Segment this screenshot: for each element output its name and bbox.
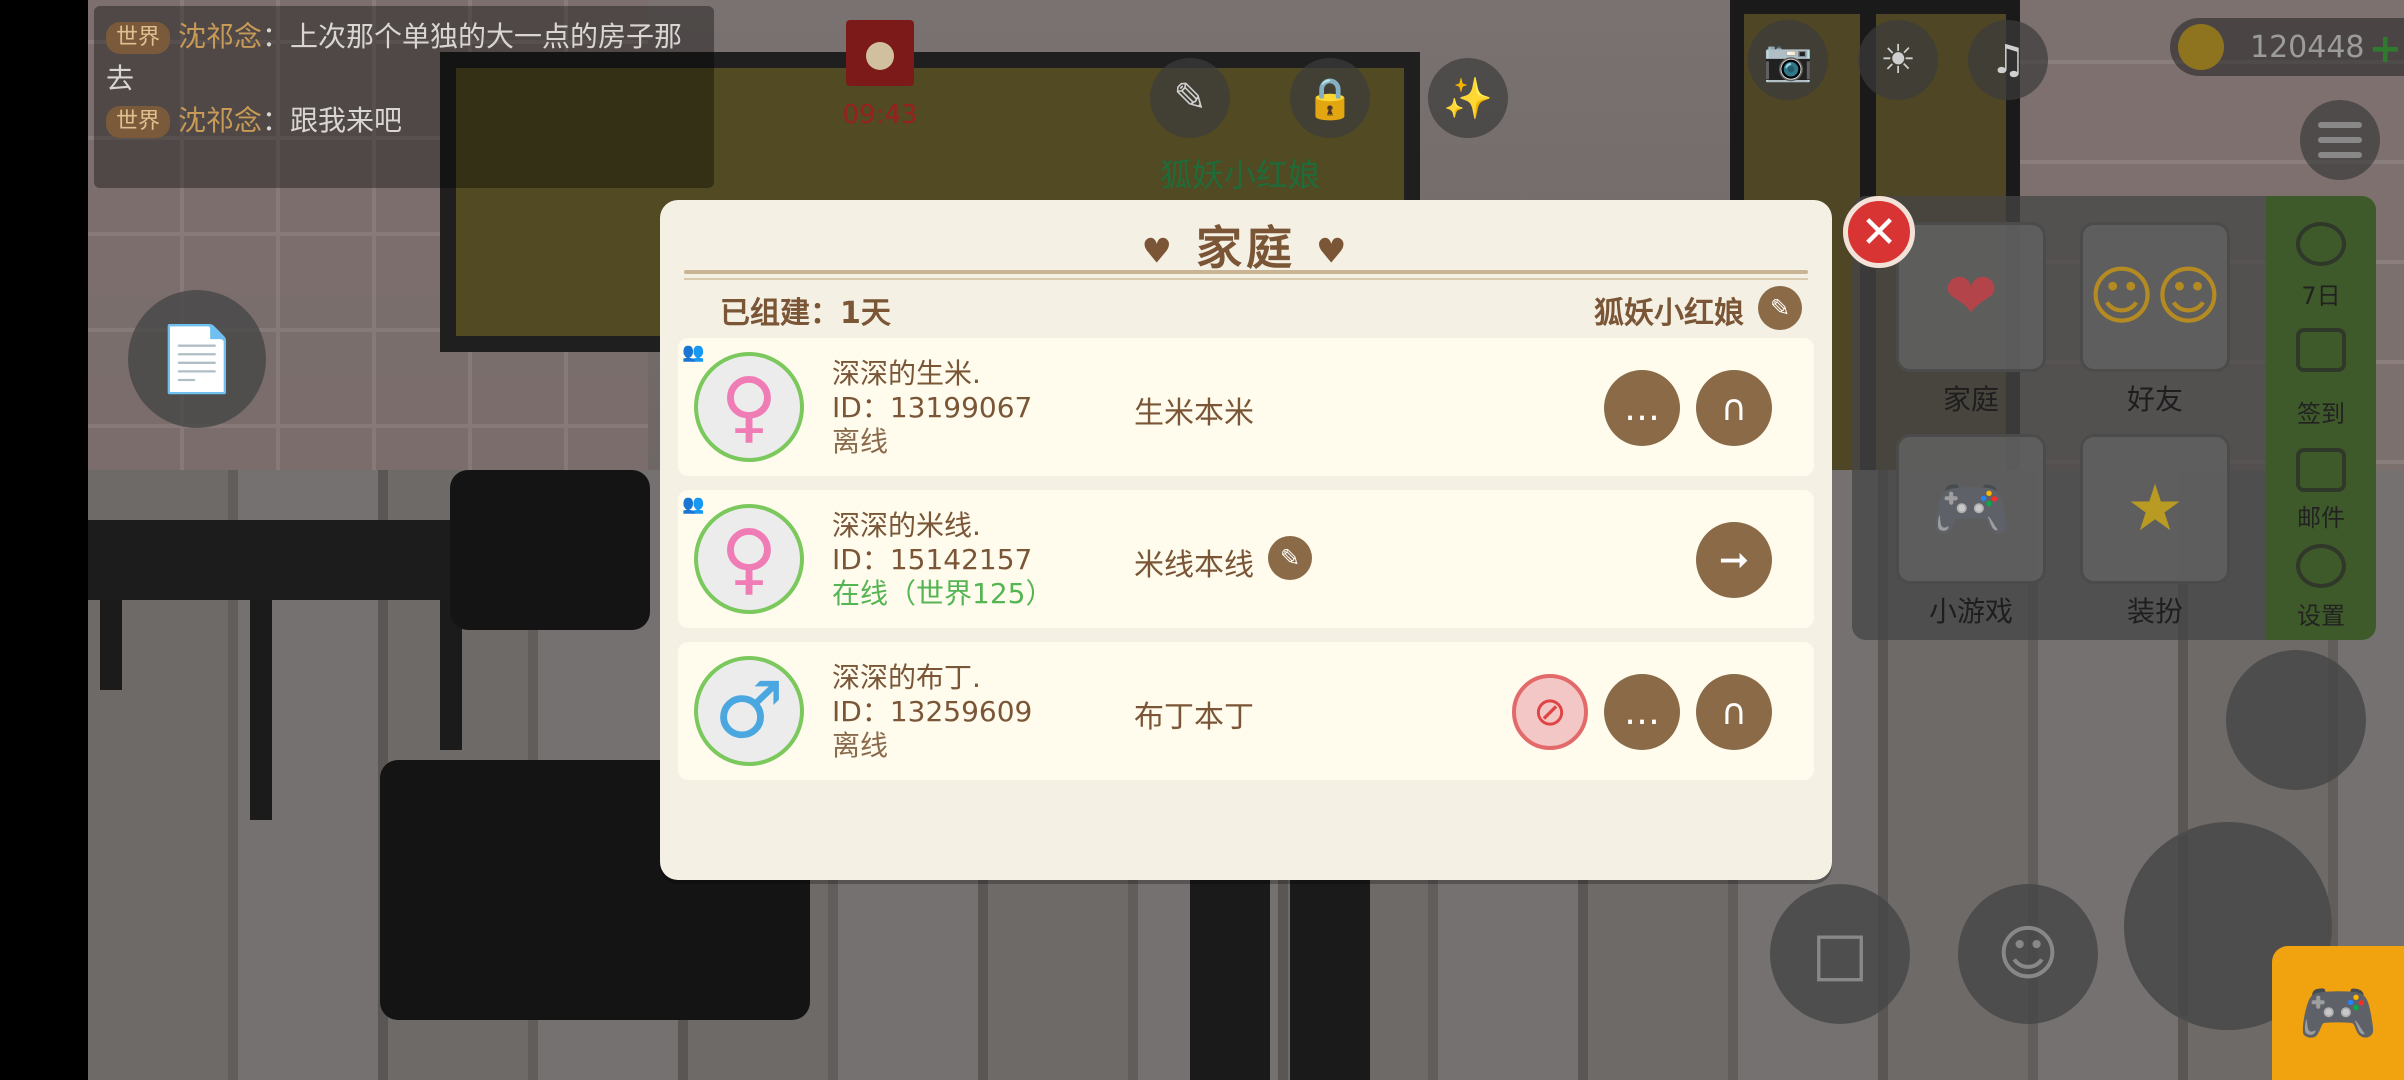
music-icon[interactable]: ♫ [1968,20,2048,100]
member-status: 在线（世界125） [832,577,1054,610]
table-leg [250,600,272,820]
side-strip: 7日 签到 邮件 设置 [2266,196,2376,640]
map-icon[interactable]: □ [1770,884,1910,1024]
chat-panel[interactable]: 世界 沈祁念：上次那个单独的大一点的房子那去 世界 沈祁念：跟我来吧 [94,6,714,188]
female-icon[interactable]: ♀ [694,352,804,462]
divider [684,278,1808,280]
minigame-tile[interactable]: 🎮 [1896,434,2046,584]
chat-sender[interactable]: 沈祁念 [178,20,262,53]
female-icon[interactable]: ♀ [694,504,804,614]
chat-bubble-icon[interactable]: … [1604,674,1680,750]
paw-seal-icon [866,42,894,70]
family-tile-label: 家庭 [1942,383,1999,416]
envelope-timer: 09:43 [842,100,918,130]
magic-icon[interactable]: ✨ [1428,58,1508,138]
friends-tile[interactable]: ☺☺ [2080,222,2230,372]
table-leg [100,600,122,690]
chat-sender[interactable]: 沈祁念 [178,104,262,137]
edit-family-name-icon[interactable]: ✎ [1758,286,1802,330]
member-row: ♂ 深深的布丁. ID：13259609 离线 布丁本丁 ⊘ … ∩ [678,642,1814,780]
lock-icon[interactable]: 🔒 [1290,58,1370,138]
member-alias: 米线本线 [1134,548,1254,583]
paw-icon: ♥ [1316,231,1351,272]
no-paw-icon[interactable]: ⊘ [1512,674,1588,750]
member-alias: 生米本米 [1134,396,1254,431]
character-leg [1190,870,1270,1080]
house-owner-name: 狐妖小红娘 [1160,156,1321,194]
sofa [450,470,650,630]
chat-bubble-icon[interactable]: … [1604,370,1680,446]
character-leg [1290,870,1370,1080]
gamepad-icon[interactable]: 🎮 [2272,946,2404,1080]
channel-badge: 世界 [106,106,171,138]
brightness-icon[interactable]: ☀ [1858,20,1938,100]
pair-icon: 👥 [682,342,705,363]
member-row: 👥 ♀ 深深的生米. ID：13199067 离线 生米本米 … ∩ [678,338,1814,476]
function-menu: ❤ 家庭 ☺☺ 好友 🎮 小游戏 ★ 装扮 [1852,196,2268,640]
minigame-tile-label: 小游戏 [1928,595,2013,628]
table [88,520,488,600]
dressup-tile-label: 装扮 [2126,595,2183,628]
brush-icon[interactable]: ✎ [1150,58,1230,138]
edit-alias-icon[interactable]: ✎ [1268,536,1312,580]
checkin-label[interactable]: 签到 [2266,394,2376,429]
go-to-arrow-icon[interactable]: ➞ [1696,522,1772,598]
tombstone-icon[interactable]: ∩ [1696,370,1772,446]
coin-icon [2178,24,2224,70]
built-days: 已组建：1天 [720,296,891,331]
coin-count: 120448 [2250,29,2365,65]
channel-badge: 世界 [106,22,171,54]
add-coins-icon[interactable]: + [2368,26,2402,72]
dialog-title-text: 家庭 [1196,221,1296,275]
backpack-icon[interactable] [2226,650,2366,790]
member-row: 👥 ♀ 深深的米线. ID：15142157 在线（世界125） 米线本线 ✎ … [678,490,1814,628]
family-tile[interactable]: ❤ [1896,222,2046,372]
menu-icon[interactable] [2300,100,2380,180]
male-icon[interactable]: ♂ [694,656,804,766]
mail-icon[interactable] [2296,448,2346,492]
paw-icon: ♥ [1141,231,1176,272]
coin-balance[interactable]: 120448 + [2170,18,2404,76]
red-envelope-icon[interactable] [846,20,914,86]
dressup-tile[interactable]: ★ [2080,434,2230,584]
tombstone-icon[interactable]: ∩ [1696,674,1772,750]
settings-label[interactable]: 设置 [2266,596,2376,631]
camera-icon[interactable]: 📷 [1748,20,1828,100]
screen-edge [0,0,88,1080]
pet-icon[interactable]: ☺ [1958,884,2098,1024]
chat-message: 世界 沈祁念：跟我来吧 [106,100,702,142]
member-status: 离线 [832,425,889,458]
task-log-icon[interactable]: 📄 [128,290,266,428]
chat-message: 世界 沈祁念：上次那个单独的大一点的房子那去 [106,16,702,100]
pair-icon: 👥 [682,494,705,515]
mail-label[interactable]: 邮件 [2266,498,2376,533]
member-status: 离线 [832,729,889,762]
seven-day-icon[interactable] [2296,222,2346,266]
dialog-title: ♥ 家庭 ♥ [660,212,1832,278]
family-dialog: ♥ 家庭 ♥ 已组建：1天 狐妖小红娘 ✎ 👥 ♀ 深深的生米. ID：1319… [660,200,1832,880]
seven-day-label[interactable]: 7日 [2266,276,2376,311]
member-alias: 布丁本丁 [1134,700,1254,735]
family-name: 狐妖小红娘 [1594,296,1744,331]
divider [684,270,1808,274]
settings-icon[interactable] [2296,544,2346,588]
friends-tile-label: 好友 [2126,383,2183,416]
close-icon[interactable]: ✕ [1843,196,1915,268]
chat-text: ：跟我来吧 [262,104,403,137]
checkin-icon[interactable] [2296,328,2346,372]
